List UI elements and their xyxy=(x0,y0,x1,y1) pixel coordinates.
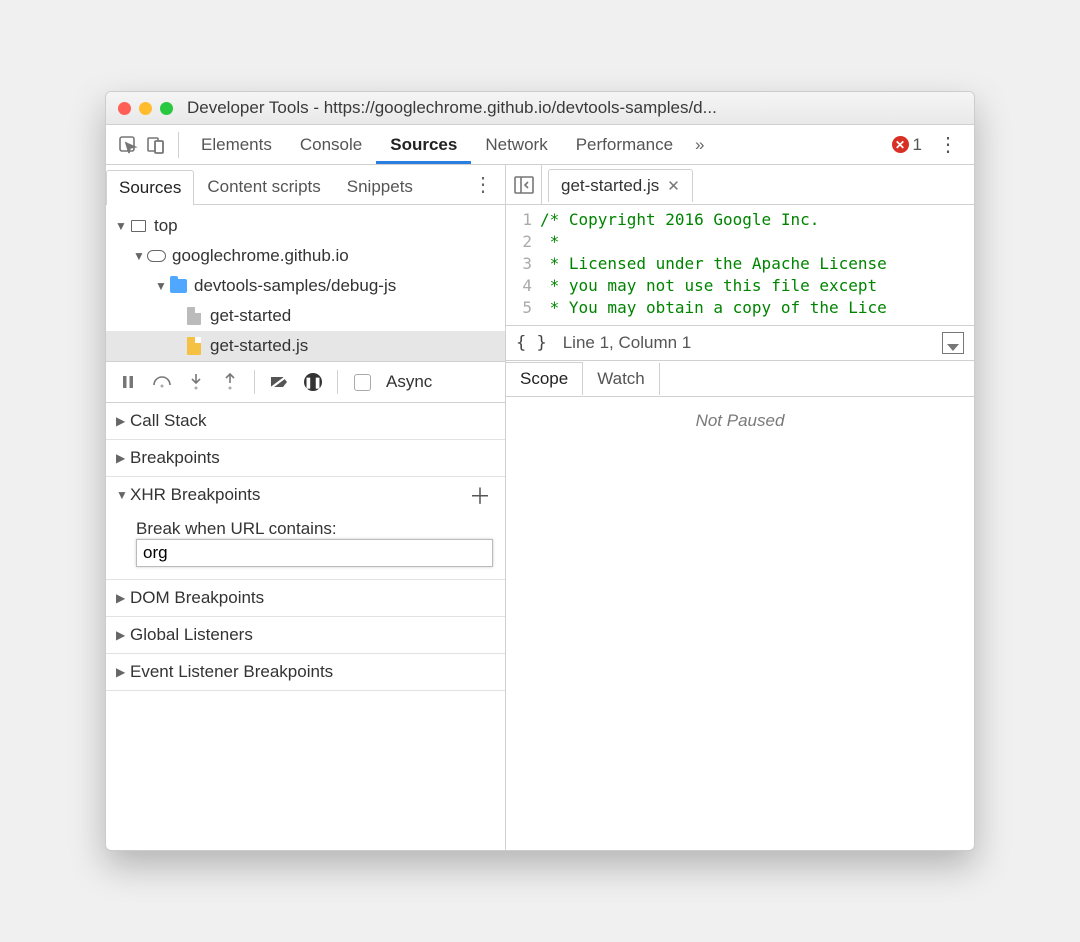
close-tab-icon[interactable]: ✕ xyxy=(667,177,680,195)
gutter: 1 2 3 4 5 xyxy=(506,205,540,325)
nav-tab-snippets[interactable]: Snippets xyxy=(334,169,426,204)
scope-body: Not Paused xyxy=(506,397,974,850)
window-controls xyxy=(118,102,173,115)
file-tree: ▼ top ▼ googlechrome.github.io ▼ devtool… xyxy=(106,205,505,361)
editor-footer: { } Line 1, Column 1 xyxy=(506,325,974,361)
async-checkbox[interactable] xyxy=(348,368,376,396)
debugger-toolbar: ❚❚ Async xyxy=(106,361,505,403)
tree-file-js[interactable]: get-started.js xyxy=(106,331,505,361)
step-over-icon[interactable] xyxy=(148,368,176,396)
code-editor[interactable]: 1 2 3 4 5 /* Copyright 2016 Google Inc. … xyxy=(506,205,974,325)
main-tabs: Elements Console Sources Network Perform… xyxy=(106,125,974,165)
settings-menu-icon[interactable]: ⋮ xyxy=(930,132,966,157)
pause-resume-icon[interactable] xyxy=(114,368,142,396)
step-into-icon[interactable] xyxy=(182,368,210,396)
devtools-window: Developer Tools - https://googlechrome.g… xyxy=(105,91,975,851)
error-count: 1 xyxy=(913,135,922,155)
tree-label: devtools-samples/debug-js xyxy=(194,276,396,296)
code-content: /* Copyright 2016 Google Inc. * * Licens… xyxy=(540,205,974,325)
tree-frame-top[interactable]: ▼ top xyxy=(106,211,505,241)
xhr-breakpoint-label: Break when URL contains: xyxy=(136,519,493,539)
folder-icon xyxy=(170,279,187,293)
error-icon: ✕ xyxy=(892,136,909,153)
tab-performance[interactable]: Performance xyxy=(562,125,687,164)
tab-sources[interactable]: Sources xyxy=(376,125,471,164)
coverage-dropdown-icon[interactable] xyxy=(942,332,964,354)
titlebar: Developer Tools - https://googlechrome.g… xyxy=(106,92,974,125)
editor-file-tab[interactable]: get-started.js ✕ xyxy=(548,169,693,202)
tree-label: googlechrome.github.io xyxy=(172,246,349,266)
async-label: Async xyxy=(386,372,432,392)
zoom-window-icon[interactable] xyxy=(160,102,173,115)
separator xyxy=(254,370,255,394)
tree-label: get-started xyxy=(210,306,291,326)
pause-on-exceptions-icon[interactable]: ❚❚ xyxy=(299,368,327,396)
minimize-window-icon[interactable] xyxy=(139,102,152,115)
window-title: Developer Tools - https://googlechrome.g… xyxy=(187,98,717,118)
left-pane: Sources Content scripts Snippets ⋮ ▼ top… xyxy=(106,165,506,850)
section-xhr-breakpoints[interactable]: ▼XHR Breakpoints＋ xyxy=(106,477,505,513)
tree-domain[interactable]: ▼ googlechrome.github.io xyxy=(106,241,505,271)
separator xyxy=(178,132,179,158)
nav-tab-content-scripts[interactable]: Content scripts xyxy=(194,169,333,204)
close-window-icon[interactable] xyxy=(118,102,131,115)
debug-accordion: ▶Call Stack ▶Breakpoints ▼XHR Breakpoint… xyxy=(106,403,505,850)
file-icon xyxy=(187,307,201,325)
tree-folder[interactable]: ▼ devtools-samples/debug-js xyxy=(106,271,505,301)
tab-watch[interactable]: Watch xyxy=(583,363,660,395)
cloud-icon xyxy=(147,250,166,262)
deactivate-breakpoints-icon[interactable] xyxy=(265,368,293,396)
section-call-stack[interactable]: ▶Call Stack xyxy=(106,403,505,439)
error-indicator[interactable]: ✕ 1 xyxy=(884,135,930,155)
cursor-position: Line 1, Column 1 xyxy=(563,333,692,353)
navigator-tabs: Sources Content scripts Snippets ⋮ xyxy=(106,165,505,205)
section-dom-breakpoints[interactable]: ▶DOM Breakpoints xyxy=(106,580,505,616)
frame-icon xyxy=(131,220,146,232)
not-paused-message: Not Paused xyxy=(696,411,785,431)
tree-label: get-started.js xyxy=(210,336,308,356)
inspect-element-icon[interactable] xyxy=(114,131,142,159)
editor-tabs: get-started.js ✕ xyxy=(506,165,974,205)
scope-watch-tabs: Scope Watch xyxy=(506,361,974,397)
toggle-navigator-icon[interactable] xyxy=(506,165,542,204)
nav-tab-sources[interactable]: Sources xyxy=(106,170,194,205)
tree-file-html[interactable]: get-started xyxy=(106,301,505,331)
pretty-print-icon[interactable]: { } xyxy=(516,333,547,353)
tab-elements[interactable]: Elements xyxy=(187,125,286,164)
editor-tab-label: get-started.js xyxy=(561,176,659,196)
device-toolbar-icon[interactable] xyxy=(142,131,170,159)
add-xhr-breakpoint-icon[interactable]: ＋ xyxy=(469,479,495,511)
tree-label: top xyxy=(154,216,178,236)
xhr-url-input[interactable] xyxy=(136,539,493,567)
separator xyxy=(337,370,338,394)
tab-scope[interactable]: Scope xyxy=(506,362,583,395)
tab-network[interactable]: Network xyxy=(471,125,561,164)
step-out-icon[interactable] xyxy=(216,368,244,396)
tab-console[interactable]: Console xyxy=(286,125,376,164)
nav-tabs-more-icon[interactable]: ⋮ xyxy=(461,172,505,197)
file-js-icon xyxy=(187,337,201,355)
section-global-listeners[interactable]: ▶Global Listeners xyxy=(106,617,505,653)
section-breakpoints[interactable]: ▶Breakpoints xyxy=(106,440,505,476)
section-event-listener-breakpoints[interactable]: ▶Event Listener Breakpoints xyxy=(106,654,505,690)
more-tabs-icon[interactable]: » xyxy=(687,135,712,155)
right-pane: get-started.js ✕ 1 2 3 4 5 /* Copyright … xyxy=(506,165,974,850)
